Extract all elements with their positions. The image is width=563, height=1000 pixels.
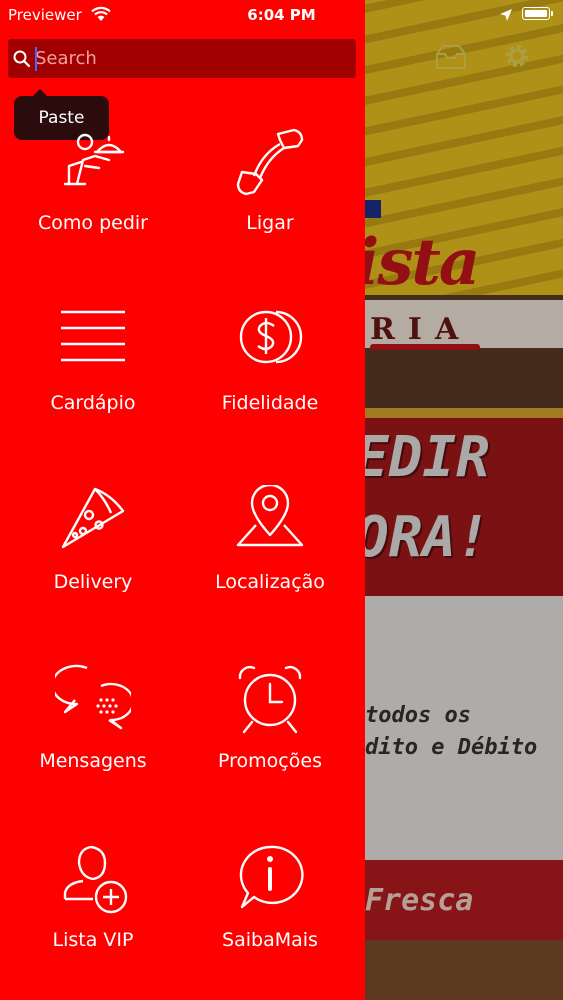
search-input[interactable] (35, 43, 345, 74)
alarm-clock-icon (238, 666, 302, 734)
menu-item-ligar[interactable]: Ligar (182, 126, 358, 276)
menu-item-label: Delivery (53, 571, 133, 593)
menu-item-localizacao[interactable]: Localização (182, 485, 358, 635)
menu-item-label: Mensagens (39, 750, 147, 772)
phone-icon (236, 128, 304, 196)
menu-item-label: Promoções (218, 750, 322, 772)
location-arrow-icon (500, 9, 512, 21)
menu-item-cardapio[interactable]: Cardápio (5, 306, 181, 456)
side-menu: Paste Como pedir Ligar (0, 0, 365, 1000)
search-icon (13, 50, 31, 68)
menu-item-label: Como pedir (38, 212, 148, 234)
menu-item-label: Fidelidade (221, 392, 319, 414)
menu-item-saiba-mais[interactable]: SaibaMais (182, 843, 358, 993)
user-add-icon (63, 845, 128, 914)
paste-tooltip-arrow (33, 89, 47, 96)
waiter-icon (63, 133, 125, 186)
battery-tip (551, 11, 553, 16)
chat-bubbles-icon (55, 664, 131, 730)
pizza-slice-icon (61, 487, 125, 549)
map-pin-icon (236, 485, 304, 547)
info-bubble-icon (239, 845, 304, 909)
menu-item-label: Lista VIP (52, 929, 134, 951)
menu-item-label: Cardápio (50, 392, 136, 414)
menu-item-label: SaibaMais (222, 929, 318, 951)
menu-item-como-pedir[interactable]: Como pedir (5, 126, 181, 276)
search-bar (8, 39, 356, 78)
menu-item-mensagens[interactable]: Mensagens (5, 664, 181, 814)
battery-icon (522, 7, 550, 20)
menu-item-label: Localização (215, 571, 325, 593)
status-time: 6:04 PM (247, 6, 316, 24)
coins-icon (239, 310, 303, 364)
menu-item-lista-vip[interactable]: Lista VIP (5, 843, 181, 993)
list-icon (61, 310, 125, 362)
menu-item-delivery[interactable]: Delivery (5, 485, 181, 635)
text-cursor (35, 47, 37, 71)
status-bar: Previewer 6:04 PM (0, 0, 563, 30)
menu-item-label: Ligar (246, 212, 294, 234)
menu-item-promocoes[interactable]: Promoções (182, 664, 358, 814)
menu-item-fidelidade[interactable]: Fidelidade (182, 306, 358, 456)
